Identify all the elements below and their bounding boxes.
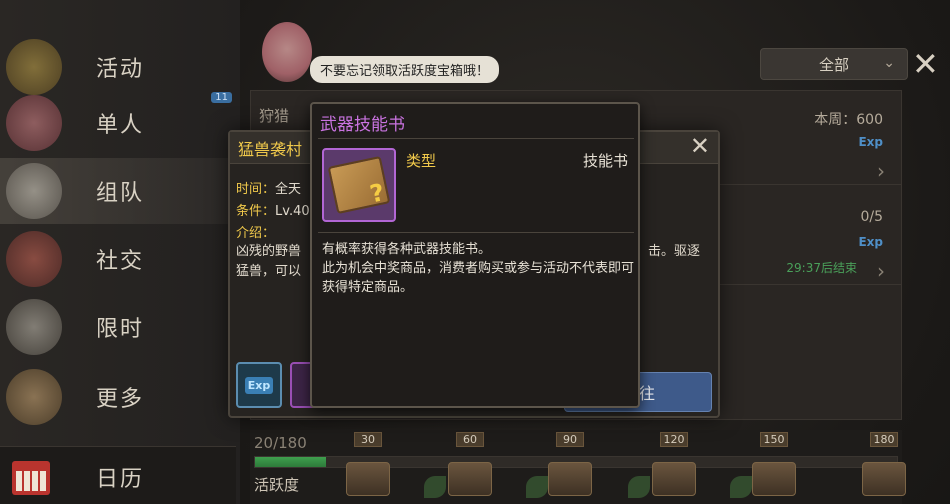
sidebar-item-label: 社交 xyxy=(96,249,145,274)
row-count: 0/5 xyxy=(860,209,883,225)
more-avatar xyxy=(6,369,62,425)
chest-icon xyxy=(346,462,390,496)
reward-exp[interactable]: Exp xyxy=(236,362,282,408)
sidebar-item-label: 更多 xyxy=(96,387,145,412)
close-icon[interactable]: ✕ xyxy=(690,132,710,160)
team-avatar xyxy=(6,163,62,219)
divider xyxy=(318,232,634,233)
exp-icon: Exp xyxy=(858,135,883,149)
filter-value: 全部 xyxy=(818,55,849,74)
milestone-chest[interactable]: 60 xyxy=(448,432,492,496)
leaf-icon xyxy=(730,476,752,498)
item-tooltip: 武器技能书 类型 技能书 有概率获得各种武器技能书。 此为机会中奖商品，消费者购… xyxy=(310,102,640,408)
chest-icon xyxy=(652,462,696,496)
event-title: 猛兽袭村 xyxy=(238,140,303,159)
type-label: 类型 xyxy=(406,152,437,170)
milestone-chest[interactable]: 120 xyxy=(652,432,696,496)
leaf-icon xyxy=(526,476,548,498)
progress-label: 活跃度 xyxy=(254,476,300,494)
hourglass-icon xyxy=(6,299,62,355)
calendar-label: 日历 xyxy=(96,467,145,492)
event-condition: 条件：Lv.40 xyxy=(236,204,310,219)
activity-icon xyxy=(6,39,62,95)
sidebar-item-more[interactable]: 更多 xyxy=(0,364,236,430)
calendar-icon xyxy=(12,461,50,495)
event-time: 时间：全天 xyxy=(236,182,302,197)
divider xyxy=(318,138,634,139)
exp-icon: Exp xyxy=(244,376,274,394)
sidebar-item-label: 单人 xyxy=(96,113,145,138)
chevron-right-icon[interactable]: › xyxy=(877,159,885,183)
progress-text: 20/180 xyxy=(254,434,307,452)
milestone-chest[interactable]: 180 xyxy=(862,432,906,496)
solo-avatar xyxy=(6,95,62,151)
exp-icon: Exp xyxy=(858,235,883,249)
leaf-icon xyxy=(628,476,650,498)
chevron-right-icon[interactable]: › xyxy=(877,259,885,283)
event-intro-label: 介绍： xyxy=(236,226,276,241)
sidebar-item-social[interactable]: 社交 xyxy=(0,226,236,292)
type-value: 技能书 xyxy=(582,152,628,170)
sidebar-item-team[interactable]: 组队 xyxy=(0,158,236,224)
close-icon[interactable]: ✕ xyxy=(912,48,939,80)
row-weekly: 本周：600 xyxy=(814,112,883,128)
mascot-avatar xyxy=(262,22,312,82)
activity-progress: 20/180 活跃度 30 60 90 120 150 180 xyxy=(250,430,906,504)
skill-book-icon xyxy=(322,148,396,222)
social-avatar xyxy=(6,231,62,287)
chest-icon xyxy=(548,462,592,496)
count-badge: 11 xyxy=(211,92,232,103)
chevron-down-icon: ⌄ xyxy=(883,55,895,71)
tooltip-description: 有概率获得各种武器技能书。 此为机会中奖商品，消费者购买或参与活动不代表即可获得… xyxy=(322,242,635,295)
chest-icon xyxy=(448,462,492,496)
sidebar: 活动 单人 11 组队 社交 限时 更多 xyxy=(0,0,240,504)
leaf-icon xyxy=(424,476,446,498)
sidebar-item-limited[interactable]: 限时 xyxy=(0,294,236,360)
hint-bubble: 不要忘记领取活跃度宝箱哦！ xyxy=(310,56,500,83)
filter-dropdown[interactable]: 全部 ⌄ xyxy=(760,48,908,80)
milestone-chest[interactable]: 150 xyxy=(752,432,796,496)
chest-icon xyxy=(752,462,796,496)
sidebar-item-label: 组队 xyxy=(96,181,145,206)
chest-icon xyxy=(862,462,906,496)
sidebar-item-solo[interactable]: 单人 11 xyxy=(0,90,236,156)
row-timer: 29:37后结束 xyxy=(786,261,857,275)
sidebar-item-label: 活动 xyxy=(96,57,145,82)
sidebar-item-label: 限时 xyxy=(96,317,145,342)
tooltip-title: 武器技能书 xyxy=(320,115,405,135)
calendar-button[interactable]: 日历 xyxy=(0,446,236,504)
row-title: 狩猎 xyxy=(259,107,290,125)
milestone-chest[interactable]: 30 xyxy=(346,432,390,496)
milestone-chest[interactable]: 90 xyxy=(548,432,592,496)
progress-fill xyxy=(255,457,327,467)
